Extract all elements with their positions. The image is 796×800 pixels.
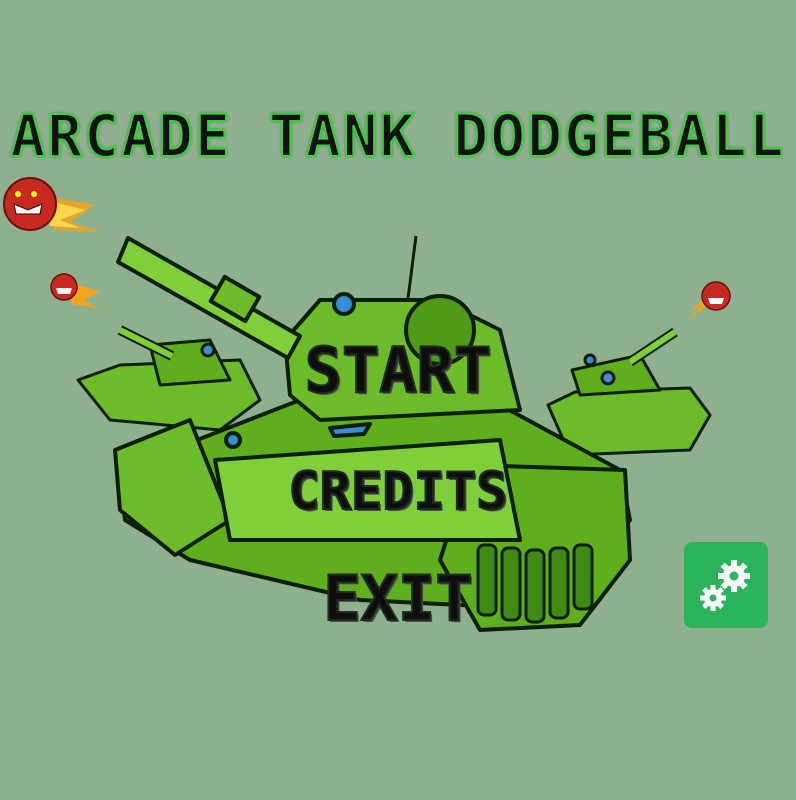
gears-icon [700,560,750,611]
flaming-ball-icon [50,273,100,308]
credits-button[interactable]: CREDITS [0,461,796,523]
exit-button[interactable]: EXIT [0,565,796,633]
settings-button[interactable] [684,542,768,628]
start-button[interactable]: START [0,335,796,407]
flaming-ball-icon [3,177,100,232]
flaming-ball-icon [688,281,731,320]
